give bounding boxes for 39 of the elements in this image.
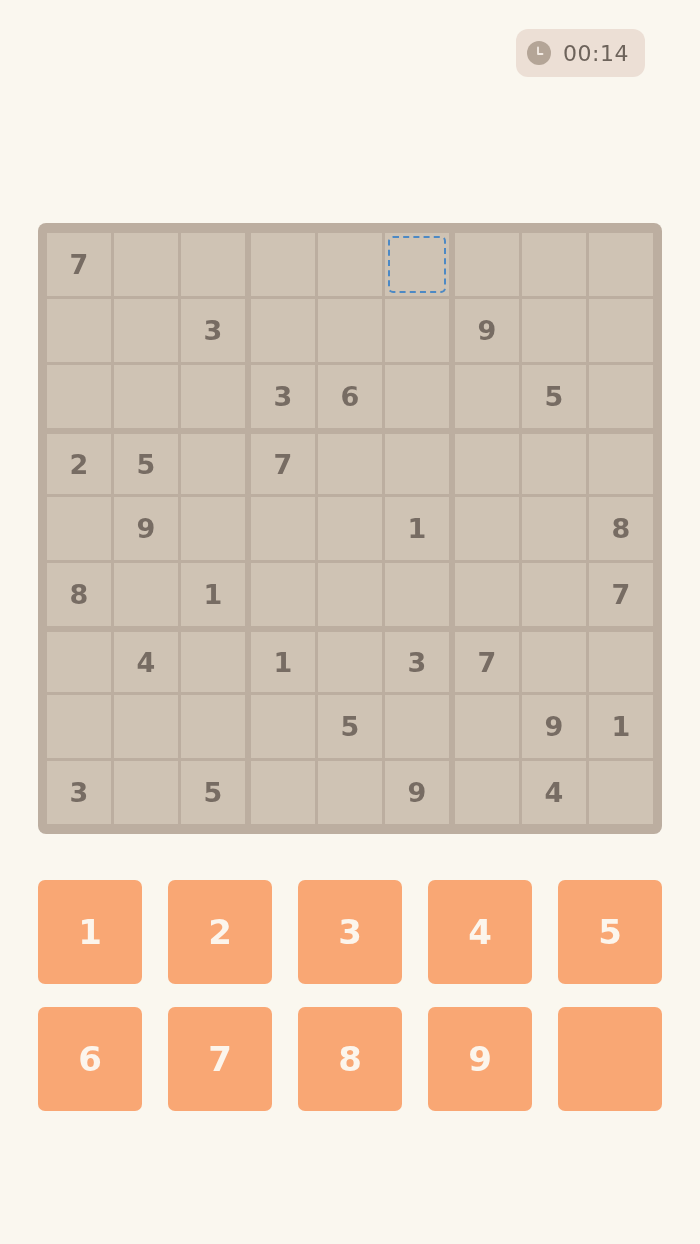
- sudoku-cell[interactable]: 8: [47, 563, 111, 626]
- digit-key[interactable]: 6: [38, 1007, 142, 1111]
- sudoku-cell[interactable]: 6: [318, 365, 382, 428]
- sudoku-cell[interactable]: 8: [589, 497, 653, 560]
- digit-key[interactable]: 7: [168, 1007, 272, 1111]
- sudoku-cell[interactable]: 3: [251, 365, 315, 428]
- sudoku-cell[interactable]: 7: [47, 233, 111, 296]
- digit-key[interactable]: 4: [428, 880, 532, 984]
- sudoku-cell[interactable]: 9: [385, 761, 449, 824]
- digit-key[interactable]: 3: [298, 880, 402, 984]
- sudoku-cell[interactable]: 5: [522, 365, 586, 428]
- sudoku-cell[interactable]: 7: [455, 632, 519, 692]
- sudoku-cell[interactable]: [385, 233, 449, 296]
- sudoku-cell[interactable]: 2: [47, 434, 111, 494]
- sudoku-cell[interactable]: 3: [385, 632, 449, 692]
- digit-key[interactable]: 2: [168, 880, 272, 984]
- sudoku-cell[interactable]: 9: [114, 497, 178, 560]
- sudoku-cell[interactable]: 4: [522, 761, 586, 824]
- sudoku-cell[interactable]: 9: [522, 695, 586, 758]
- digit-key[interactable]: 5: [558, 880, 662, 984]
- sudoku-cell[interactable]: 1: [385, 497, 449, 560]
- sudoku-cell[interactable]: 4: [114, 632, 178, 692]
- digit-key[interactable]: 8: [298, 1007, 402, 1111]
- sudoku-cell[interactable]: 3: [47, 761, 111, 824]
- sudoku-cell[interactable]: 9: [455, 299, 519, 362]
- sudoku-cell[interactable]: 1: [589, 695, 653, 758]
- sudoku-cell[interactable]: 5: [318, 695, 382, 758]
- sudoku-cell[interactable]: 1: [181, 563, 245, 626]
- blank-key[interactable]: [558, 1007, 662, 1111]
- sudoku-cell[interactable]: 5: [114, 434, 178, 494]
- sudoku-cell[interactable]: 5: [181, 761, 245, 824]
- sudoku-cell[interactable]: 7: [251, 434, 315, 494]
- digit-key[interactable]: 9: [428, 1007, 532, 1111]
- clock-icon: [527, 41, 552, 65]
- timer-text: 00:14: [563, 40, 629, 66]
- sudoku-cell[interactable]: 3: [181, 299, 245, 362]
- sudoku-cell[interactable]: 1: [251, 632, 315, 692]
- digit-key[interactable]: 1: [38, 880, 142, 984]
- sudoku-cell[interactable]: 7: [589, 563, 653, 626]
